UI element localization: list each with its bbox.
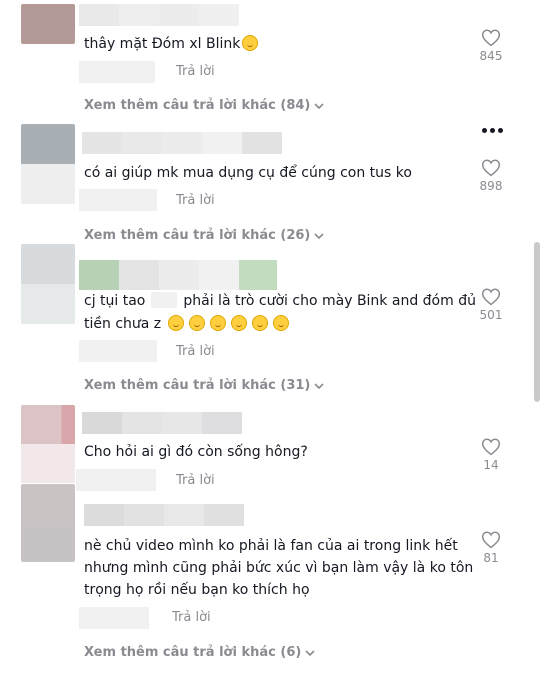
comment-text-line3: trọng họ rồi nếu bạn ko thích họ [84,582,310,598]
more-options-icon[interactable] [482,128,503,133]
view-more-replies-button[interactable]: Xem thêm câu trả lời khác (84) [84,98,324,114]
like-count: 845 [479,49,503,63]
smirk-emoji-icon [272,315,289,331]
reply-button[interactable]: Trả lời [176,473,215,489]
comment-text: Cho hỏi ai gì đó còn sống hông? [84,444,308,460]
timestamp-blurred [79,189,157,211]
comment-text-line2: nhưng mình cũng phải bức xúc vì bạn làm … [84,560,474,576]
username-blurred[interactable] [79,260,277,290]
username-blurred[interactable] [82,132,282,154]
like-button[interactable]: 14 [471,437,511,472]
avatar[interactable] [21,484,75,562]
avatar[interactable] [21,405,75,483]
avatar[interactable] [21,4,75,44]
timestamp-blurred [79,340,157,362]
username-blurred[interactable] [82,412,242,434]
view-more-replies-button[interactable]: Xem thêm câu trả lời khác (6) [84,645,315,661]
smirk-emoji-icon [230,315,247,331]
reply-button[interactable]: Trả lời [176,193,215,209]
reply-button[interactable]: Trả lời [176,64,215,80]
chevron-down-icon [314,232,324,239]
heart-icon [481,531,501,549]
comment-text: có ai giúp mk mua dụng cụ để cúng con tu… [84,165,412,181]
like-count: 81 [483,551,499,565]
view-more-replies-label: Xem thêm câu trả lời khác (31) [84,378,311,393]
view-more-replies-button[interactable]: Xem thêm câu trả lời khác (31) [84,378,324,394]
comment-text-line1: nè chủ video mình ko phải là fan của ai … [84,538,458,554]
username-blurred[interactable] [84,504,244,526]
view-more-replies-label: Xem thêm câu trả lời khác (26) [84,228,311,243]
timestamp-blurred [79,61,155,83]
reply-button[interactable]: Trả lời [172,610,211,626]
like-button[interactable]: 845 [471,28,511,63]
comment-text: thây mặt Đóm xl Blink [84,33,263,55]
username-blurred[interactable] [79,4,239,26]
comment-text-line1-suffix: phải là trò cười cho mày Bink and đóm đủ [183,293,476,309]
heart-icon [481,159,501,177]
heart-icon [481,288,501,306]
chevron-down-icon [314,382,324,389]
like-count: 14 [483,458,499,472]
timestamp-blurred [76,469,156,491]
like-button[interactable]: 501 [471,287,511,322]
view-more-replies-label: Xem thêm câu trả lời khác (84) [84,98,311,113]
avatar[interactable] [21,124,75,204]
smirk-emoji-icon [167,315,184,331]
chevron-down-icon [314,102,324,109]
comment-text-line2-content: tiền chưa z [84,316,162,332]
smirk-emoji-icon [188,315,205,331]
redacted-text [151,292,178,308]
chevron-down-icon [305,649,315,656]
emoji-icon [242,35,259,51]
comment-text-content: thây mặt Đóm xl Blink [84,36,241,52]
heart-icon [481,438,501,456]
like-count: 501 [479,308,503,322]
view-more-replies-button[interactable]: Xem thêm câu trả lời khác (26) [84,228,324,244]
avatar[interactable] [21,244,75,324]
timestamp-blurred [79,607,149,629]
like-button[interactable]: 81 [471,530,511,565]
comment-text: cj tụi tao phải là trò cười cho mày Bink … [84,290,476,312]
heart-icon [481,29,501,47]
like-count: 898 [479,179,503,193]
comment-text-line1-prefix: cj tụi tao [84,293,146,309]
view-more-replies-label: Xem thêm câu trả lời khác (6) [84,645,302,660]
smirk-emoji-icon [251,315,268,331]
smirk-emoji-icon [209,315,226,331]
like-button[interactable]: 898 [471,158,511,193]
comment-text-line2: tiền chưa z [84,313,294,335]
reply-button[interactable]: Trả lời [176,344,215,360]
scrollbar[interactable] [534,242,540,402]
